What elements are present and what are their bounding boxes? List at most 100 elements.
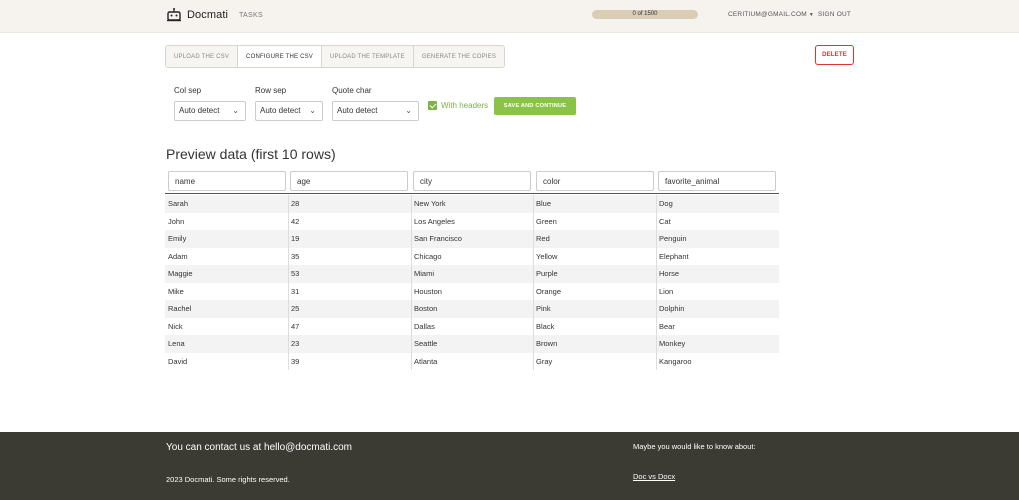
quote-char-label: Quote char <box>332 86 372 95</box>
table-cell: Black <box>536 321 555 331</box>
table-cell: Seattle <box>414 339 438 348</box>
table-cell: 25 <box>291 304 300 313</box>
footer: You can contact us at hello@docmati.com … <box>0 432 1019 500</box>
column-name-input[interactable] <box>658 171 776 191</box>
table-cell: 31 <box>291 286 300 296</box>
tab-upload-csv[interactable]: UPLOAD THE CSV <box>166 46 239 67</box>
table-cell: John <box>168 216 185 226</box>
table-row: Rachel 25 Boston Pink Dolphin <box>165 300 779 318</box>
column-name-input[interactable] <box>536 171 654 191</box>
column-divider <box>411 195 412 370</box>
delete-button[interactable]: DELETE <box>815 45 854 65</box>
table-row: Nick 47 Dallas Black Bear <box>165 318 779 336</box>
table-cell: Lion <box>659 286 674 296</box>
table-row: Lena 23 Seattle Brown Monkey <box>165 335 779 353</box>
top-bar: Docmati TASKS 0 of 1500 CERITIUM@GMAIL.C… <box>0 0 1019 33</box>
table-cell: 42 <box>291 216 300 226</box>
column-name-input[interactable] <box>168 171 286 191</box>
nav-tasks-link[interactable]: TASKS <box>239 12 263 19</box>
table-cell: 53 <box>291 269 300 278</box>
footer-know-title: Maybe you would like to know about: <box>633 442 756 451</box>
preview-table-body: Sarah 28 New York Blue Dog John 42 Los Angeles G… <box>165 195 779 370</box>
logo[interactable]: Docmati <box>166 8 228 22</box>
table-cell: Brown <box>536 339 558 348</box>
table-cell: Penguin <box>659 234 687 243</box>
table-cell: Pink <box>536 304 551 313</box>
table-cell: Emily <box>168 234 187 243</box>
table-cell: Purple <box>536 269 558 278</box>
table-cell: Dolphin <box>659 304 685 313</box>
tab-upload-template[interactable]: UPLOAD THE TEMPLATE <box>322 46 414 67</box>
row-sep-value: Auto detect <box>260 106 301 115</box>
tab-generate-copies[interactable]: GENERATE THE COPIES <box>413 46 505 67</box>
table-cell: New York <box>414 199 446 208</box>
table-cell: Dallas <box>414 321 435 331</box>
table-cell: Kangaroo <box>659 356 692 366</box>
table-row: David 39 Atlanta Gray Kangaroo <box>165 353 779 371</box>
usage-meter: 0 of 1500 <box>592 10 698 19</box>
table-cell: Green <box>536 216 557 226</box>
table-row: Adam 35 Chicago Yellow Elephant <box>165 248 779 266</box>
table-cell: Horse <box>659 269 680 278</box>
tab-configure-csv[interactable]: CONFIGURE THE CSV <box>238 46 323 67</box>
row-sep-select[interactable]: Auto detect ⌄ <box>255 101 323 121</box>
table-cell: 19 <box>291 234 300 243</box>
table-cell: Cat <box>659 216 671 226</box>
logo-text: Docmati <box>187 9 229 21</box>
save-and-continue-button[interactable]: SAVE AND CONTINUE <box>494 97 576 115</box>
table-cell: Mike <box>168 286 184 296</box>
table-cell: Nick <box>168 321 183 331</box>
table-cell: Bear <box>659 321 675 331</box>
table-cell: Blue <box>536 199 552 208</box>
table-cell: 35 <box>291 251 300 261</box>
table-cell: Sarah <box>168 199 189 208</box>
table-row: Sarah 28 New York Blue Dog <box>165 195 779 213</box>
table-row: Emily 19 San Francisco Red Penguin <box>165 230 779 248</box>
table-cell: Miami <box>414 269 434 278</box>
table-cell: 39 <box>291 356 300 366</box>
usage-meter-text: 0 of 1500 <box>632 11 658 17</box>
column-name-input[interactable] <box>413 171 531 191</box>
col-sep-label: Col sep <box>174 86 202 95</box>
table-cell: 23 <box>291 339 300 348</box>
user-email: CERITIUM@GMAIL.COM <box>728 11 807 18</box>
table-cell: Adam <box>168 251 188 261</box>
column-divider <box>656 195 657 370</box>
col-sep-select[interactable]: Auto detect ⌄ <box>174 101 246 121</box>
table-cell: Maggie <box>168 269 193 278</box>
robot-logo-icon <box>166 8 182 22</box>
footer-doc-vs-docx-link[interactable]: Doc vs Docx <box>633 472 675 481</box>
quote-char-select[interactable]: Auto detect ⌄ <box>332 101 419 121</box>
sign-out-link[interactable]: SIGN OUT <box>818 11 851 18</box>
table-cell: Rachel <box>168 304 192 313</box>
chevron-down-icon: ⌄ <box>405 106 412 115</box>
table-cell: Lena <box>168 339 185 348</box>
column-divider <box>288 195 289 370</box>
preview-title: Preview data (first 10 rows) <box>166 146 336 162</box>
table-cell: Chicago <box>414 251 442 261</box>
table-cell: Orange <box>536 286 562 296</box>
table-cell: Los Angeles <box>414 216 455 226</box>
chevron-down-icon: ⌄ <box>309 106 316 115</box>
table-cell: Gray <box>536 356 553 366</box>
table-cell: David <box>168 356 188 366</box>
table-row: Mike 31 Houston Orange Lion <box>165 283 779 301</box>
table-row: John 42 Los Angeles Green Cat <box>165 213 779 231</box>
table-cell: Yellow <box>536 251 558 261</box>
column-header-row <box>165 170 779 194</box>
table-cell: Dog <box>659 199 673 208</box>
table-cell: 28 <box>291 199 300 208</box>
with-headers-checkbox[interactable] <box>428 101 437 110</box>
table-cell: Atlanta <box>414 356 438 366</box>
table-cell: Houston <box>414 286 442 296</box>
table-cell: Red <box>536 234 550 243</box>
footer-copyright: 2023 Docmati. Some rights reserved. <box>166 475 290 484</box>
table-cell: Monkey <box>659 339 686 348</box>
user-menu[interactable]: CERITIUM@GMAIL.COM ▼ <box>728 11 814 18</box>
table-cell: Elephant <box>659 251 689 261</box>
footer-contact: You can contact us at hello@docmati.com <box>166 442 352 453</box>
chevron-down-icon: ⌄ <box>232 106 239 115</box>
with-headers-label[interactable]: With headers <box>441 101 488 110</box>
table-cell: San Francisco <box>414 234 462 243</box>
column-name-input[interactable] <box>290 171 408 191</box>
